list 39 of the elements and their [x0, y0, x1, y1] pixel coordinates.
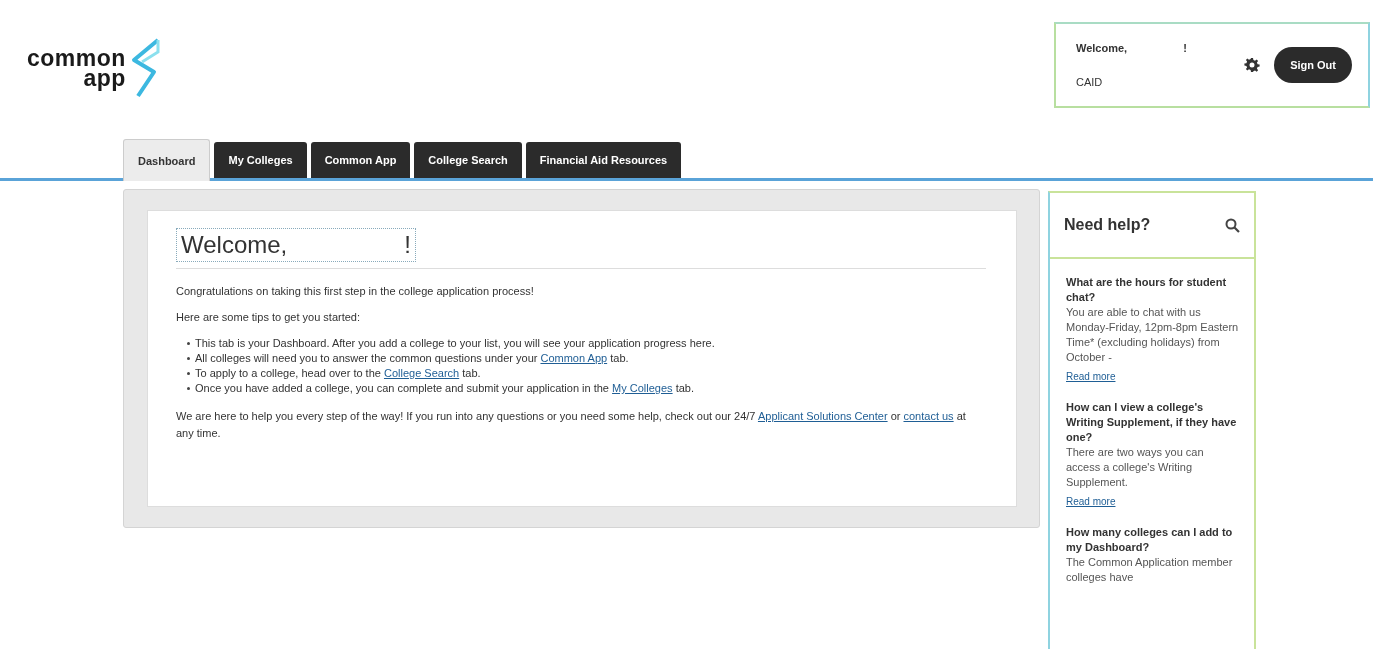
- tip-text: This tab is your Dashboard. After you add a college to your list, you will see your application progress here.: [195, 337, 715, 349]
- nav-tab[interactable]: Dashboard: [123, 139, 211, 181]
- faq-answer: You are able to chat with us Monday-Friday, 12pm-8pm Eastern Time* (excluding holidays) from October -: [1066, 305, 1240, 365]
- faq-answer: There are two ways you can access a college's Writing Supplement.: [1066, 445, 1205, 490]
- text-link[interactable]: Common App: [540, 352, 608, 364]
- welcome-text: !: [1183, 42, 1187, 54]
- tip-text: Once you have added a college, you can complete and submit your application in the My Colleges tab.: [195, 382, 694, 394]
- tip-text: All colleges will need you to answer the common questions under your Common App tab.: [195, 352, 629, 364]
- text-link[interactable]: Applicant Solutions Center: [757, 410, 888, 422]
- intro-text: Congratulations on taking this first step in the college application process!: [176, 285, 535, 297]
- text-link[interactable]: College Search: [383, 367, 460, 379]
- bullet-icon: [187, 371, 190, 375]
- caid-label: CAID: [1076, 76, 1104, 88]
- bullet-icon: [187, 386, 190, 390]
- nav-tab[interactable]: Common App: [310, 142, 411, 178]
- search-icon[interactable]: [1225, 217, 1240, 233]
- help-text: We are here to help you every step of the way! If you run into any questions or you need some help, check out our 24/7 Applicant Solutions Center or contact us at any time.: [176, 409, 967, 441]
- tip-text: To apply to a college, head over to the College Search tab.: [195, 367, 481, 379]
- nav-tab[interactable]: My Colleges: [214, 142, 307, 178]
- bullet-icon: [187, 341, 190, 345]
- faq-answer: The Common Application member colleges have: [1066, 555, 1234, 585]
- faq-question: How many colleges can I add to my Dashboard?: [1066, 525, 1234, 555]
- tips-intro-text: Here are some tips to get you started:: [176, 311, 362, 323]
- bullet-icon: [187, 356, 190, 360]
- sign-out-button[interactable]: Sign Out: [1274, 47, 1352, 83]
- read-more-link[interactable]: Read more: [1066, 494, 1116, 509]
- text-link[interactable]: My Colleges: [612, 382, 673, 394]
- text-link[interactable]: contact us: [903, 410, 954, 422]
- welcome-heading: !: [404, 231, 411, 259]
- logo-text: common: [27, 48, 126, 68]
- settings-icon[interactable]: [1244, 57, 1261, 73]
- welcome-heading: Welcome,: [181, 231, 288, 259]
- faq-question: How can I view a college's Writing Supplement, if they have one?: [1066, 400, 1238, 445]
- read-more-link[interactable]: Read more: [1066, 369, 1116, 384]
- help-title: Need help?: [1064, 216, 1151, 234]
- nav-tab[interactable]: College Search: [414, 142, 522, 178]
- welcome-text: Welcome,: [1076, 42, 1128, 54]
- faq-question: What are the hours for student chat?: [1066, 275, 1228, 305]
- nav-tab[interactable]: Financial Aid Resources: [525, 142, 682, 178]
